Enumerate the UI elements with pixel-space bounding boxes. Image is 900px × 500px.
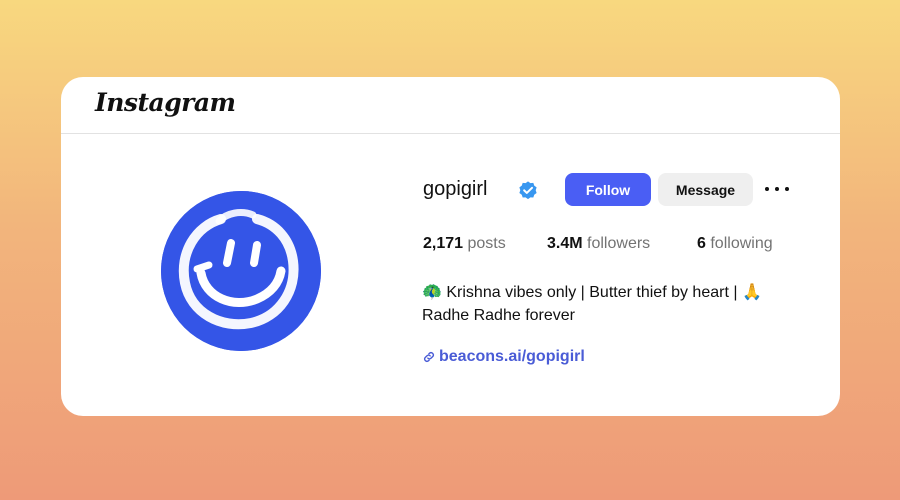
link-icon — [424, 352, 434, 362]
bio-link-text: beacons.ai/gopigirl — [439, 348, 585, 365]
profile-card: Instagram gopigirl Follow Message 2,171 — [61, 77, 840, 416]
app-header: Instagram — [61, 77, 840, 134]
followers-label: followers — [587, 235, 651, 252]
more-options-icon[interactable] — [765, 179, 789, 199]
instagram-logo[interactable]: Instagram — [95, 88, 236, 117]
verified-badge-icon — [517, 180, 539, 202]
followers-count[interactable]: 3.4M followers — [547, 235, 650, 253]
dot — [775, 187, 779, 191]
posts-value: 2,171 — [423, 235, 464, 252]
dot — [765, 187, 769, 191]
bio-link[interactable]: beacons.ai/gopigirl — [422, 348, 585, 366]
smiley-face-icon — [161, 191, 321, 351]
posts-count: 2,171 posts — [423, 235, 506, 253]
following-label: following — [710, 235, 773, 252]
dot — [785, 187, 789, 191]
message-button[interactable]: Message — [658, 173, 753, 206]
posts-label: posts — [467, 235, 506, 252]
avatar[interactable] — [161, 191, 321, 351]
followers-value: 3.4M — [547, 235, 583, 252]
follow-button[interactable]: Follow — [565, 173, 651, 206]
profile-bio: 🦚 Krishna vibes only | Butter thief by h… — [422, 284, 762, 324]
profile-username: gopigirl — [423, 178, 488, 200]
following-count[interactable]: 6 following — [697, 235, 773, 253]
following-value: 6 — [697, 235, 706, 252]
